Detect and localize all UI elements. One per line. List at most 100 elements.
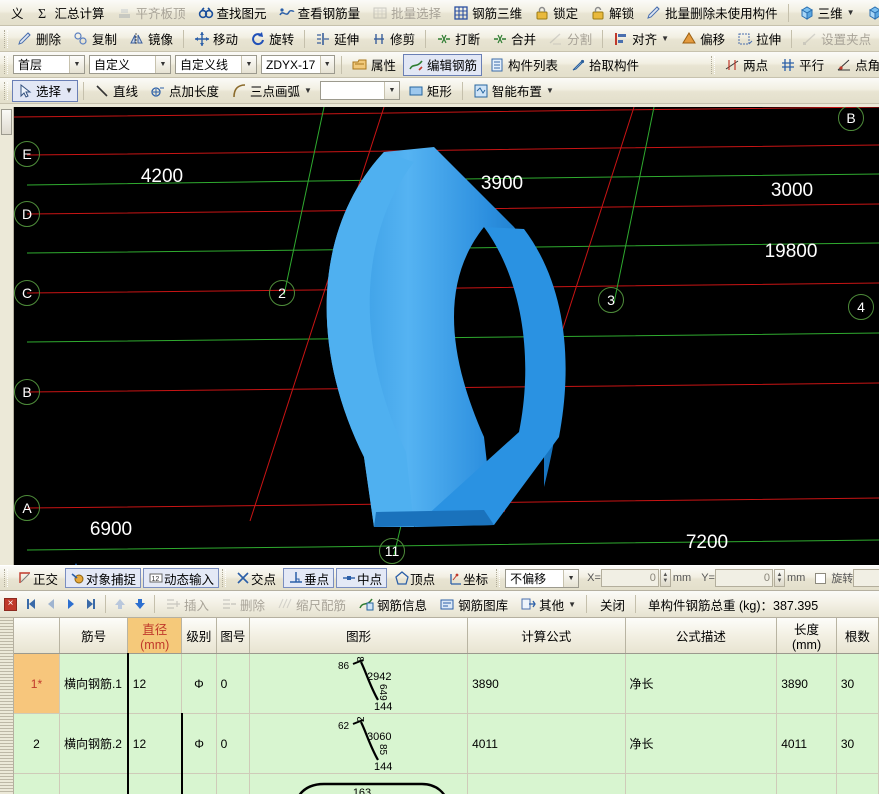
- table-cell-shape[interactable]: 62 2 3060 85 144: [249, 713, 469, 774]
- offset-x-input[interactable]: 0: [600, 569, 659, 587]
- grid-bubble[interactable]: B: [14, 379, 40, 405]
- table-header-count[interactable]: 根数: [836, 618, 879, 654]
- toolbar-button-binoculars-icon[interactable]: 查找图元: [193, 2, 272, 24]
- component-name-combo[interactable]: ZDYX-17 ▼: [261, 55, 335, 74]
- table-cell-shape[interactable]: 86 8 2942 649 144: [249, 653, 469, 714]
- toolbar-drag-handle[interactable]: [4, 81, 8, 100]
- grid-bubble[interactable]: 3: [598, 287, 624, 313]
- toolbar-button-rotate-icon[interactable]: 旋转: [245, 28, 299, 50]
- table-cell-diameter[interactable]: 12: [126, 713, 183, 774]
- toolbar-drag-handle[interactable]: [711, 55, 716, 74]
- floor-combo[interactable]: 首层 ▼: [13, 55, 85, 74]
- toolbar-button-point-length-icon[interactable]: 点加长度: [145, 80, 224, 102]
- table-cell-count[interactable]: 30: [836, 713, 879, 774]
- offset-x-spinner[interactable]: ▲ ▼: [659, 569, 671, 587]
- toolbar-button-rectangle-icon[interactable]: 矩形: [403, 80, 457, 102]
- table-cell-formula_desc[interactable]: 净长: [625, 713, 778, 774]
- snap-toggle-dynamic-input[interactable]: 12 动态输入: [143, 568, 220, 588]
- table-header-formula_desc[interactable]: 公式描述: [625, 618, 778, 654]
- toolbar-button-three-point-arc-icon[interactable]: 三点画弧 ▼: [226, 80, 317, 102]
- toolbar-button-point-angle-icon[interactable]: 点角▼: [831, 54, 879, 76]
- table-cell-drawing_no[interactable]: 0: [216, 713, 251, 774]
- toolbar-button-smart-layout-icon[interactable]: 智能布置 ▼: [468, 80, 559, 102]
- grid-bubble[interactable]: D: [14, 201, 40, 227]
- chevron-down-icon[interactable]: ▼: [319, 56, 334, 73]
- table-cell-diameter[interactable]: 12: [126, 653, 183, 714]
- rebar-button-other-icon[interactable]: 其他 ▼: [515, 593, 581, 615]
- toolbar-button-move-icon[interactable]: 移动: [189, 28, 243, 50]
- offset-y-spinner[interactable]: ▲ ▼: [773, 569, 785, 587]
- toolbar-drag-handle[interactable]: [4, 55, 8, 74]
- table-cell-formula_desc[interactable]: 弯钩+净长+弯钩: [625, 773, 778, 794]
- table-cell-name[interactable]: 横向钢筋.2: [59, 713, 129, 774]
- toolbar-button-rebar-3d-icon[interactable]: 钢筋三维: [448, 2, 527, 24]
- table-cell-drawing_no[interactable]: 0: [216, 653, 251, 714]
- table-cell-drawing_no[interactable]: 485: [216, 773, 251, 794]
- snap-toggle-midpoint[interactable]: 中点: [336, 568, 388, 588]
- rotate-checkbox[interactable]: [815, 572, 827, 584]
- snap-toggle-perpendicular[interactable]: 垂点: [283, 568, 335, 588]
- rebar-table[interactable]: 筋号 直径 (mm) 级别 图号 图形 计算公式 公式描述 长度 (mm) 根数 1* 横向钢筋.…: [14, 618, 879, 794]
- nav-move-up-button[interactable]: [110, 594, 130, 614]
- toolbar-button-lock-closed-icon[interactable]: 锁定: [529, 2, 583, 24]
- toolbar-button-trim-icon[interactable]: 修剪: [366, 28, 420, 50]
- table-row-handle-gutter[interactable]: [0, 618, 14, 794]
- snap-toggle-ortho[interactable]: 正交: [12, 568, 63, 588]
- table-cell-rownum[interactable]: 2: [14, 713, 60, 774]
- toolbar-button-delete-icon[interactable]: 删除: [12, 28, 66, 50]
- snap-toggle-object-snap[interactable]: 对象捕捉: [65, 568, 142, 588]
- table-header-diameter[interactable]: 直径 (mm): [127, 618, 183, 654]
- chevron-down-icon[interactable]: ▼: [383, 82, 399, 99]
- toolbar-button-stretch-icon[interactable]: 拉伸: [732, 28, 786, 50]
- table-cell-name[interactable]: 横向钢筋.1: [59, 653, 129, 714]
- toolbar-button-view-rebar-icon[interactable]: 查看钢筋量: [274, 2, 366, 24]
- table-header-drawing_no[interactable]: 图号: [216, 618, 251, 654]
- table-cell-rownum[interactable]: 3: [14, 773, 60, 794]
- grid-bubble[interactable]: 11: [379, 538, 405, 564]
- toolbar-button-extend-icon[interactable]: 延伸: [310, 28, 364, 50]
- table-cell-length[interactable]: 3890: [776, 653, 837, 714]
- grid-bubble[interactable]: E: [14, 141, 40, 167]
- toolbar-button-align-icon[interactable]: 对齐 ▼: [608, 28, 674, 50]
- toolbar-button-copy-icon[interactable]: 复制: [68, 28, 122, 50]
- toolbar-button-two-point-icon[interactable]: 两点: [719, 54, 773, 76]
- nav-last-record-button[interactable]: [81, 594, 101, 614]
- rotate-input[interactable]: 0.000: [853, 569, 879, 587]
- table-cell-diameter[interactable]: 8: [126, 773, 183, 794]
- offset-y-input[interactable]: 0: [714, 569, 773, 587]
- toolbar-button-edit-rebar-icon[interactable]: 编辑钢筋: [403, 53, 483, 76]
- table-header-rownum[interactable]: [14, 618, 60, 654]
- toolbar-drag-handle[interactable]: [4, 569, 8, 587]
- nav-move-down-button[interactable]: [130, 594, 150, 614]
- chevron-down-icon[interactable]: ▼: [241, 56, 256, 73]
- toolbar-drag-handle[interactable]: [4, 29, 8, 48]
- table-header-name[interactable]: 筋号: [59, 618, 129, 654]
- grid-bubble[interactable]: C: [14, 280, 40, 306]
- table-header-formula[interactable]: 计算公式: [467, 618, 626, 654]
- nav-first-record-button[interactable]: [21, 594, 41, 614]
- table-cell-grade[interactable]: Φ: [181, 713, 217, 774]
- table-cell-formula_desc[interactable]: 净长: [625, 653, 778, 714]
- grid-bubble[interactable]: 2: [269, 280, 295, 306]
- nav-next-record-button[interactable]: [61, 594, 81, 614]
- chevron-down-icon[interactable]: ▼: [69, 56, 84, 73]
- toolbar-button-parallel-icon[interactable]: 平行: [775, 54, 829, 76]
- snap-toggle-vertex[interactable]: 顶点: [389, 568, 440, 588]
- component-kind-combo[interactable]: 自定义线 ▼: [175, 55, 257, 74]
- draw-mode-combo[interactable]: ▼: [319, 81, 400, 100]
- grid-bubble[interactable]: B: [838, 107, 864, 131]
- table-cell-length[interactable]: 353: [776, 773, 837, 794]
- table-cell-grade[interactable]: Φ: [181, 773, 217, 794]
- rebar-button-rebar-info-icon[interactable]: 钢筋信息: [353, 593, 432, 615]
- snap-toggle-coordinate[interactable]: 坐标: [442, 568, 493, 588]
- select-tool-button[interactable]: 选择 ▼: [12, 79, 78, 102]
- table-header-length[interactable]: 长度 (mm): [776, 618, 837, 654]
- rebar-button-rebar-library-icon[interactable]: 钢筋图库: [434, 593, 513, 615]
- table-cell-rownum[interactable]: 1*: [14, 653, 60, 714]
- panel-close-button[interactable]: ×: [4, 597, 17, 611]
- toolbar-button-line-icon[interactable]: 直线: [89, 80, 143, 102]
- toolbar-drag-handle[interactable]: [222, 569, 227, 587]
- table-cell-length[interactable]: 4011: [776, 713, 837, 774]
- table-row[interactable]: 3横向钢筋.38Φ48516311.9*d+163+11.9*d弯钩+净长+弯钩…: [14, 773, 879, 794]
- toolbar-button-mirror-icon[interactable]: 镜像: [124, 28, 178, 50]
